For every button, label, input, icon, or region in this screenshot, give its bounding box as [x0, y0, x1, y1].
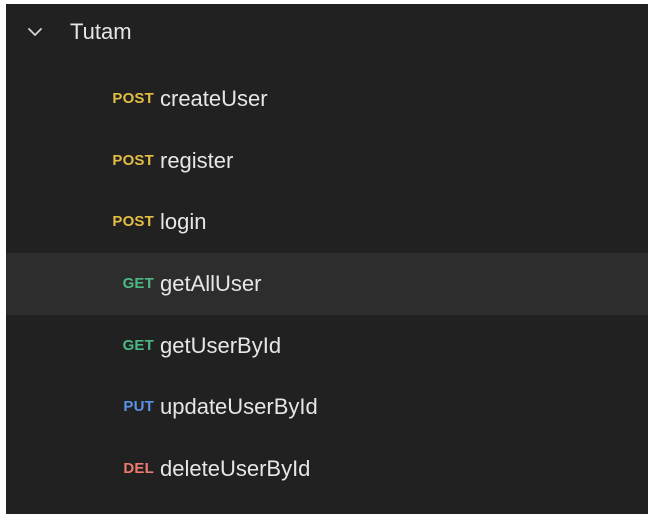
collection-item-tutam[interactable]: Tutam	[6, 4, 648, 60]
collection-name: Tutam	[70, 19, 132, 44]
request-item[interactable]: PUT updateUserById	[6, 376, 648, 438]
request-item[interactable]: POST createUser	[6, 68, 648, 130]
request-item[interactable]: POST login	[6, 191, 648, 253]
method-badge: GET	[122, 336, 154, 354]
request-name: updateUserById	[160, 394, 318, 420]
method-badge: POST	[112, 90, 154, 107]
method-badge: POST	[112, 213, 154, 231]
method-badge: GET	[122, 275, 154, 293]
request-name: deleteUserById	[160, 456, 311, 482]
request-name: getAllUser	[160, 271, 262, 297]
request-item[interactable]: POST register	[6, 130, 648, 192]
method-badge: PUT	[123, 398, 154, 416]
request-name: register	[160, 147, 234, 173]
request-item[interactable]: DEL deleteUserById	[6, 438, 648, 500]
method-badge: POST	[112, 151, 154, 169]
request-item[interactable]: GET getUserById	[6, 315, 648, 377]
chevron-down-icon[interactable]	[26, 23, 44, 41]
request-name: login	[160, 209, 207, 235]
request-name: createUser	[160, 86, 268, 111]
request-list: POST createUser POST register POST login…	[6, 68, 648, 500]
method-badge: DEL	[123, 460, 154, 478]
request-name: getUserById	[160, 332, 282, 358]
request-item[interactable]: GET getAllUser	[6, 253, 648, 315]
collection-sidebar: Tutam POST createUser POST register POST…	[6, 4, 648, 514]
